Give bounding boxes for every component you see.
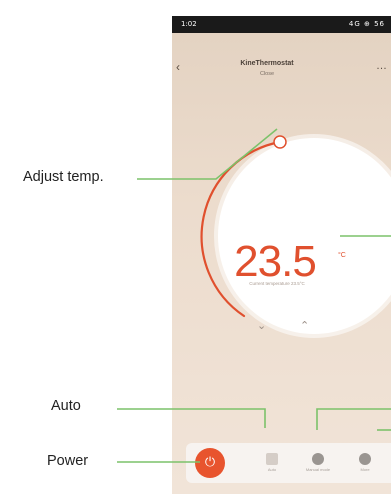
temperature-up-icon[interactable]: ⌃ bbox=[300, 319, 309, 332]
adjust-temp-callout: Adjust temp. bbox=[23, 169, 104, 185]
phone-screenshot: 1:02 4G ⊕ 56 ‹ … KineThermostat Close 23… bbox=[172, 16, 391, 494]
auto-callout: Auto bbox=[51, 398, 81, 414]
manual-icon bbox=[312, 453, 324, 465]
power-icon: ⏻ bbox=[204, 455, 216, 470]
toolbar-manual-label: Manual mode bbox=[305, 467, 331, 472]
toolbar-more[interactable]: More bbox=[345, 443, 385, 483]
toolbar-manual[interactable]: Manual mode bbox=[298, 443, 338, 483]
power-button[interactable]: ⏻ bbox=[195, 448, 225, 478]
temperature-knob[interactable] bbox=[273, 135, 287, 149]
current-temperature-caption: Current temperature 23.5°C bbox=[249, 281, 305, 286]
toolbar-auto[interactable]: Auto bbox=[252, 443, 292, 483]
toolbar-auto-label: Auto bbox=[267, 467, 277, 472]
temperature-value: 23.5 bbox=[234, 237, 317, 286]
more-settings-icon bbox=[359, 453, 371, 465]
temperature-down-icon[interactable]: ⌄ bbox=[257, 319, 266, 332]
auto-icon bbox=[266, 453, 278, 465]
temperature-unit: °C bbox=[338, 252, 346, 259]
power-callout: Power bbox=[47, 453, 89, 469]
toolbar-more-label: More bbox=[360, 467, 370, 472]
